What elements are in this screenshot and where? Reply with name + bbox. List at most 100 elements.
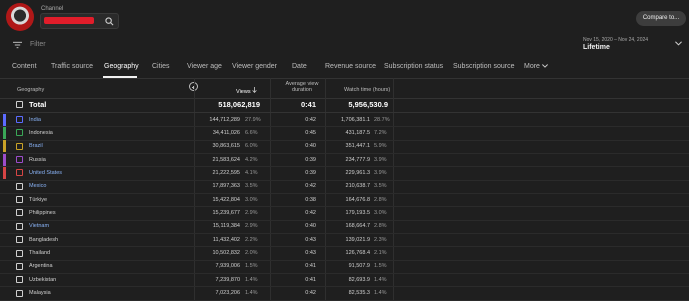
total-checkbox[interactable] xyxy=(16,101,23,108)
tab-geography[interactable]: Geography xyxy=(104,63,139,70)
views-percent: 4.1% xyxy=(245,169,258,176)
search-icon[interactable] xyxy=(105,17,114,26)
tab-more[interactable]: More xyxy=(524,63,548,70)
table-row[interactable]: Bangladesh 11,432,402 2.2% 0:43 139,021.9 2.3… xyxy=(0,233,689,248)
tab-subscription-status[interactable]: Subscription status xyxy=(384,63,443,70)
tab-content[interactable]: Content xyxy=(12,63,37,70)
avg-duration-value: 0:40 xyxy=(305,143,316,150)
channel-avatar[interactable] xyxy=(6,3,34,31)
watch-time-value: 139,021.9 xyxy=(345,236,370,243)
avg-duration-value: 0:40 xyxy=(305,223,316,230)
country-name: Indonesia xyxy=(29,129,53,136)
tab-subscription-source[interactable]: Subscription source xyxy=(453,63,514,70)
compare-button[interactable]: Compare to... xyxy=(636,11,686,26)
filter-input[interactable]: Filter xyxy=(30,41,46,48)
table-row[interactable]: United States 21,222,595 4.1% 0:39 229,961.3… xyxy=(0,166,689,181)
filter-icon[interactable] xyxy=(13,41,22,49)
tab-more-label: More xyxy=(524,63,540,70)
views-percent: 1.5% xyxy=(245,263,258,270)
row-checkbox[interactable] xyxy=(16,116,23,123)
period-select[interactable]: Lifetime xyxy=(583,44,610,51)
watch-time-value: 234,777.9 xyxy=(345,156,370,163)
row-checkbox[interactable] xyxy=(16,182,23,190)
col-header-geography: Geography xyxy=(17,87,45,93)
tab-viewer-gender[interactable]: Viewer gender xyxy=(232,63,277,70)
sort-down-icon xyxy=(252,87,257,93)
table-row[interactable]: Brazil 30,863,615 6.0% 0:40 351,447.1 5.9% xyxy=(0,140,689,154)
views-percent: 6.0% xyxy=(245,143,258,150)
country-name[interactable]: Mexico xyxy=(29,183,46,189)
row-checkbox[interactable] xyxy=(16,196,23,204)
country-name[interactable]: Vietnam xyxy=(29,223,49,229)
series-color-indicator xyxy=(3,140,6,153)
row-checkbox[interactable] xyxy=(16,222,23,230)
table-row[interactable]: Indonesia 34,411,026 6.6% 0:45 431,187.5 7.2% xyxy=(0,126,689,141)
views-percent: 4.2% xyxy=(245,156,258,163)
views-percent: 2.2% xyxy=(245,236,258,243)
tab-date[interactable]: Date xyxy=(292,63,307,70)
table-row[interactable]: Mexico 17,897,363 3.5% 0:42 210,638.7 3.5% xyxy=(0,180,689,195)
row-checkbox[interactable] xyxy=(16,236,23,244)
watch-time-value: 179,193.5 xyxy=(345,209,370,216)
channel-selector[interactable] xyxy=(40,13,119,29)
views-value: 15,422,804 xyxy=(212,196,240,203)
views-percent: 27.9% xyxy=(245,116,261,123)
series-color-indicator xyxy=(3,166,6,179)
avg-duration-value: 0:42 xyxy=(305,183,316,190)
tab-cities[interactable]: Cities xyxy=(152,63,170,70)
row-checkbox[interactable] xyxy=(16,142,23,150)
watch-time-value: 82,535.3 xyxy=(348,290,370,297)
watch-time-percent: 2.8% xyxy=(374,196,387,203)
col-header-views[interactable]: Views xyxy=(236,87,257,95)
row-checkbox[interactable] xyxy=(16,209,23,217)
col-header-watch-time[interactable]: Watch time (hours) xyxy=(344,87,390,93)
watch-time-value: 164,676.8 xyxy=(345,196,370,203)
views-value: 34,411,026 xyxy=(212,129,240,136)
avg-duration-value: 0:41 xyxy=(305,263,316,270)
views-percent: 6.6% xyxy=(245,129,258,136)
chevron-down-icon[interactable] xyxy=(675,41,682,46)
table-row[interactable]: India 144,712,289 27.9% 0:42 1,706,381.1 28.7… xyxy=(0,113,689,128)
views-percent: 3.5% xyxy=(245,183,258,190)
row-checkbox[interactable] xyxy=(16,169,23,177)
table-row[interactable]: Thailand 10,502,832 2.0% 0:43 126,768.4 2.1% xyxy=(0,247,689,261)
table-row[interactable]: Vietnam 15,119,384 2.9% 0:40 168,664.7 2.8% xyxy=(0,220,689,235)
row-checkbox[interactable] xyxy=(16,156,23,164)
table-row[interactable]: Uzbekistan 7,239,870 1.4% 0:41 82,693.9 1.4% xyxy=(0,273,689,288)
views-value: 144,712,289 xyxy=(209,116,240,123)
avg-duration-value: 0:39 xyxy=(305,156,316,163)
table-row[interactable]: Philippines 15,239,677 2.9% 0:42 179,193.5 3.… xyxy=(0,206,689,221)
avg-duration-value: 0:42 xyxy=(305,290,316,297)
table-row[interactable]: Malaysia 7,023,206 1.4% 0:42 82,535.3 1.4% xyxy=(0,287,689,301)
date-range-label[interactable]: Nov 15, 2020 – Nov 24, 2024 xyxy=(583,37,648,43)
row-checkbox[interactable] xyxy=(16,262,23,270)
country-name[interactable]: Brazil xyxy=(29,143,43,149)
views-value: 11,432,402 xyxy=(212,236,240,243)
row-checkbox[interactable] xyxy=(16,289,23,297)
total-watch-time: 5,956,530.9 xyxy=(348,100,388,109)
watch-time-percent: 5.9% xyxy=(374,143,387,150)
avg-duration-value: 0:45 xyxy=(305,129,316,136)
row-checkbox[interactable] xyxy=(16,129,23,137)
watch-time-value: 210,638.7 xyxy=(345,183,370,190)
table-row[interactable]: Türkiye 15,422,804 3.0% 0:38 164,676.8 2.8% xyxy=(0,193,689,208)
tab-viewer-age[interactable]: Viewer age xyxy=(187,63,222,70)
watch-time-percent: 7.2% xyxy=(374,129,387,136)
watch-time-value: 431,187.5 xyxy=(345,129,370,136)
tab-traffic-source[interactable]: Traffic source xyxy=(51,63,93,70)
series-color-indicator xyxy=(3,153,6,166)
watch-time-percent: 1.5% xyxy=(374,263,387,270)
country-name[interactable]: India xyxy=(29,117,41,123)
watch-time-percent: 3.0% xyxy=(374,209,387,216)
country-name[interactable]: United States xyxy=(29,170,62,176)
row-checkbox[interactable] xyxy=(16,276,23,284)
country-name: Thailand xyxy=(29,250,51,256)
col-header-avg-duration[interactable]: Average view duration xyxy=(285,81,319,93)
watch-time-percent: 3.5% xyxy=(374,183,387,190)
table-row[interactable]: Argentina 7,939,006 1.5% 0:41 91,507.9 1.5% xyxy=(0,260,689,275)
row-checkbox[interactable] xyxy=(16,249,23,257)
views-value: 7,023,206 xyxy=(215,290,240,297)
redacted-channel-name xyxy=(44,17,94,24)
table-row[interactable]: Russia 21,583,624 4.2% 0:39 234,777.9 3.9% xyxy=(0,153,689,168)
tab-revenue-source[interactable]: Revenue source xyxy=(325,63,376,70)
